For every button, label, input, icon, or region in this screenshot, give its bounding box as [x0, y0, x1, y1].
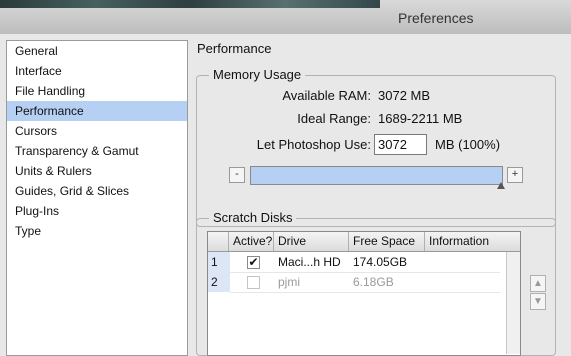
preferences-sidebar: General Interface File Handling Performa… [6, 40, 188, 356]
sidebar-item-transparency-gamut[interactable]: Transparency & Gamut [7, 141, 187, 161]
window-titlebar: Preferences [0, 0, 571, 34]
memory-usage-label: Memory Usage [209, 67, 306, 82]
sidebar-item-units-rulers[interactable]: Units & Rulers [7, 161, 187, 181]
table-header: Active? Drive Free Space Information [208, 232, 520, 252]
memory-amount-input[interactable]: 3072 [374, 134, 427, 155]
drive-cell: Maci...h HD [278, 255, 341, 269]
table-scrollbar[interactable] [506, 252, 520, 354]
free-space-cell: 174.05GB [353, 255, 408, 269]
sidebar-item-cursors[interactable]: Cursors [7, 121, 187, 141]
down-arrow-icon[interactable]: ▼ [530, 293, 546, 310]
panel-title: Performance [197, 41, 272, 56]
sidebar-item-general[interactable]: General [7, 41, 187, 61]
sidebar-item-type[interactable]: Type [7, 221, 187, 241]
row-number: 1 [208, 252, 230, 272]
up-arrow-icon[interactable]: ▲ [530, 275, 546, 292]
column-header-information[interactable]: Information [425, 232, 519, 251]
memory-slider-thumb[interactable] [497, 182, 505, 189]
sidebar-item-interface[interactable]: Interface [7, 61, 187, 81]
ideal-range-row: Ideal Range: [196, 111, 371, 129]
column-header-active[interactable]: Active? [229, 232, 274, 251]
increase-memory-button[interactable]: + [507, 167, 523, 183]
memory-unit-label: MB (100%) [435, 137, 501, 152]
column-header-free-space[interactable]: Free Space [349, 232, 425, 251]
memory-slider-track[interactable] [250, 166, 503, 185]
table-row[interactable]: ✔ Maci...h HD 174.05GB [230, 252, 500, 273]
performance-panel: Performance Memory Usage Available RAM: … [190, 34, 571, 356]
table-row[interactable]: pjmi 6.18GB [230, 272, 500, 293]
scratch-disks-label: Scratch Disks [209, 210, 297, 225]
free-space-cell: 6.18GB [353, 275, 394, 289]
sidebar-item-guides-grid-slices[interactable]: Guides, Grid & Slices [7, 181, 187, 201]
row-number-header [208, 232, 229, 251]
active-checkbox[interactable] [247, 276, 260, 289]
let-photoshop-use-label: Let Photoshop Use: [256, 137, 371, 152]
row-number: 2 [208, 272, 230, 292]
available-ram-row: Available RAM: [196, 88, 371, 106]
sidebar-item-performance[interactable]: Performance [7, 101, 187, 121]
available-ram-label: Available RAM: [282, 88, 371, 103]
sidebar-item-file-handling[interactable]: File Handling [7, 81, 187, 101]
desktop-background-strip [0, 0, 380, 8]
drive-cell: pjmi [278, 275, 301, 289]
ideal-range-value: 1689-2211 MB [378, 111, 463, 126]
available-ram-value: 3072 MB [378, 88, 431, 103]
active-checkbox[interactable]: ✔ [247, 256, 260, 269]
column-header-drive[interactable]: Drive [274, 232, 349, 251]
sidebar-item-plug-ins[interactable]: Plug-Ins [7, 201, 187, 221]
decrease-memory-button[interactable]: - [229, 167, 245, 183]
window-title: Preferences [398, 10, 474, 26]
scratch-disks-table: Active? Drive Free Space Information 1 ✔… [207, 231, 521, 356]
ideal-range-label: Ideal Range: [297, 111, 371, 126]
let-photoshop-use-row: Let Photoshop Use: [196, 137, 371, 155]
